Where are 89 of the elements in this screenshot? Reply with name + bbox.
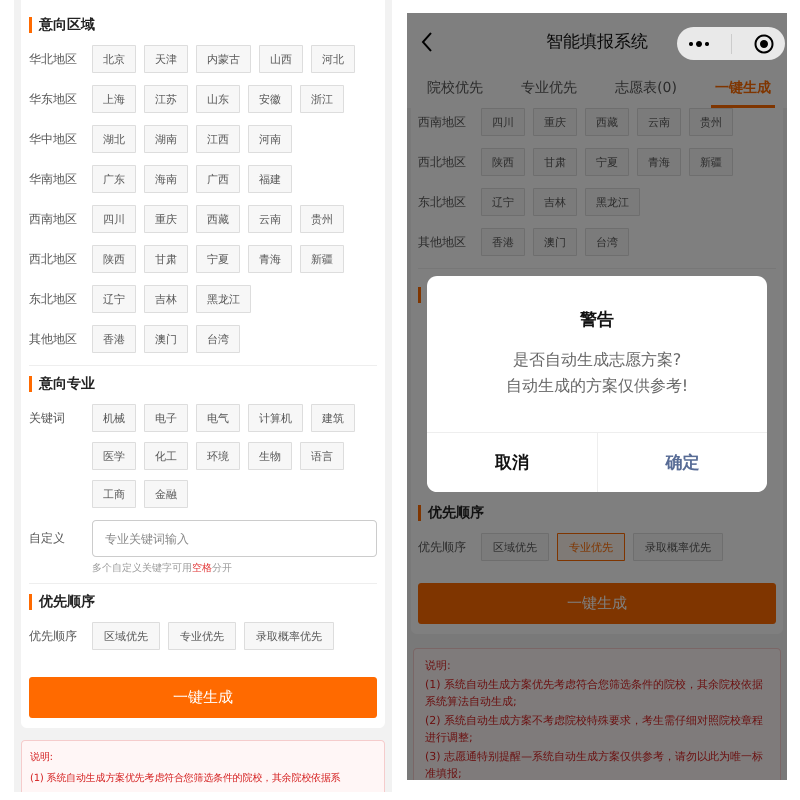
keyword-tag[interactable]: 化工 bbox=[144, 442, 188, 470]
region-tag[interactable]: 吉林 bbox=[144, 285, 188, 313]
notes-title: 说明: bbox=[425, 658, 452, 674]
notes-title: 说明: bbox=[30, 751, 54, 765]
keyword-tag[interactable]: 机械 bbox=[92, 404, 136, 432]
region-tag[interactable]: 辽宁 bbox=[92, 285, 136, 313]
heading-marker bbox=[418, 287, 421, 303]
keyword-tag[interactable]: 电气 bbox=[196, 404, 240, 432]
note-text: (1) 系统自动生成方案优先考虑符合您筛选条件的院校，其余院校依据系统算法自动生成; bbox=[425, 677, 764, 710]
region-tag[interactable]: 黑龙江 bbox=[196, 285, 251, 313]
region-label: 西北地区 bbox=[29, 250, 78, 268]
region-tag[interactable]: 福建 bbox=[248, 165, 292, 193]
region-tag[interactable]: 北京 bbox=[92, 45, 136, 73]
region-tag[interactable]: 甘肃 bbox=[144, 245, 188, 273]
region-label: 西南地区 bbox=[418, 114, 467, 130]
region-tag[interactable]: 西藏 bbox=[196, 205, 240, 233]
region-tag[interactable]: 河北 bbox=[311, 45, 355, 73]
back-icon[interactable] bbox=[421, 32, 433, 52]
region-tag[interactable]: 香港 bbox=[92, 325, 136, 353]
note-text: (3) 志愿通特别提醒—系统自动生成方案仅供参考，请勿以此为唯一标准填报; bbox=[425, 749, 764, 780]
region-tag[interactable]: 云南 bbox=[248, 205, 292, 233]
region-tag[interactable]: 宁夏 bbox=[196, 245, 240, 273]
region-tag[interactable]: 新疆 bbox=[300, 245, 344, 273]
region-tag[interactable]: 海南 bbox=[144, 165, 188, 193]
section-heading: 意向区域 bbox=[29, 17, 377, 33]
region-tag[interactable]: 江西 bbox=[196, 125, 240, 153]
region-label: 华中地区 bbox=[29, 130, 78, 148]
keyword-tag[interactable]: 计算机 bbox=[248, 404, 303, 432]
region-label: 东北地区 bbox=[418, 194, 467, 210]
region-tag[interactable]: 湖北 bbox=[92, 125, 136, 153]
keyword-input[interactable]: 专业关键词输入 bbox=[92, 520, 377, 557]
dialog-title: 警告 bbox=[578, 309, 615, 331]
dialog-message: 是否自动生成志愿方案? bbox=[512, 349, 682, 371]
tab[interactable]: 志愿表(0) bbox=[611, 70, 681, 108]
region-tag[interactable]: 天津 bbox=[144, 45, 188, 73]
keyword-tag[interactable]: 语言 bbox=[300, 442, 344, 470]
region-tag[interactable]: 澳门 bbox=[144, 325, 188, 353]
keyword-tag[interactable]: 工商 bbox=[92, 480, 136, 508]
region-label: 西南地区 bbox=[29, 210, 78, 228]
keyword-tag[interactable]: 生物 bbox=[248, 442, 292, 470]
region-tag[interactable]: 贵州 bbox=[300, 205, 344, 233]
section-heading: 优先顺序 bbox=[29, 594, 377, 610]
cancel-button[interactable]: 取消 bbox=[427, 433, 598, 492]
region-label: 华东地区 bbox=[29, 90, 78, 108]
page-title: 智能填报系统 bbox=[546, 31, 648, 53]
field-label: 优先顺序 bbox=[29, 628, 78, 644]
field-label: 优先顺序 bbox=[418, 538, 467, 556]
priority-option[interactable]: 区域优先 bbox=[92, 622, 160, 650]
region-tag[interactable]: 陕西 bbox=[92, 245, 136, 273]
region-label: 东北地区 bbox=[29, 290, 78, 308]
section-heading: 意向专业 bbox=[29, 376, 377, 392]
region-tag[interactable]: 河南 bbox=[248, 125, 292, 153]
region-tag[interactable]: 台湾 bbox=[196, 325, 240, 353]
keyword-tag[interactable]: 环境 bbox=[196, 442, 240, 470]
region-tag[interactable]: 四川 bbox=[92, 205, 136, 233]
note-text: (1) 系统自动生成方案优先考虑符合您筛选条件的院校，其余院校依据系 bbox=[30, 772, 342, 786]
keyword-tag[interactable]: 医学 bbox=[92, 442, 136, 470]
region-tag[interactable]: 内蒙古 bbox=[196, 45, 251, 73]
region-label: 西北地区 bbox=[418, 154, 467, 170]
region-tag[interactable]: 山西 bbox=[259, 45, 303, 73]
keyword-tag[interactable]: 金融 bbox=[144, 480, 188, 508]
region-label: 其他地区 bbox=[418, 234, 467, 250]
keyword-tag[interactable]: 电子 bbox=[144, 404, 188, 432]
note-text: (2) 系统自动生成方案不考虑院校特殊要求，考生需仔细对照院校章程进行调整; bbox=[425, 713, 764, 746]
region-label: 华北地区 bbox=[29, 50, 78, 68]
tab[interactable]: 院校优先 bbox=[423, 70, 487, 108]
section-heading: 优先顺序 bbox=[418, 505, 776, 521]
region-tag[interactable]: 广西 bbox=[196, 165, 240, 193]
field-label: 自定义 bbox=[29, 530, 66, 547]
region-tag[interactable]: 青海 bbox=[248, 245, 292, 273]
target-icon[interactable] bbox=[754, 34, 774, 54]
tab[interactable]: 专业优先 bbox=[517, 70, 582, 108]
region-label: 其他地区 bbox=[29, 330, 78, 348]
hint-text: 多个自定义关键字可用空格分开 bbox=[92, 562, 233, 575]
region-tag[interactable]: 山东 bbox=[196, 85, 240, 113]
region-tag[interactable]: 浙江 bbox=[300, 85, 344, 113]
region-tag[interactable]: 安徽 bbox=[248, 85, 292, 113]
dialog-message: 自动生成的方案仅供参考! bbox=[504, 375, 690, 397]
region-tag[interactable]: 广东 bbox=[92, 165, 136, 193]
field-label: 关键词 bbox=[29, 410, 66, 427]
more-icon[interactable] bbox=[688, 40, 710, 46]
region-tag[interactable]: 上海 bbox=[92, 85, 136, 113]
keyword-tag[interactable]: 建筑 bbox=[311, 404, 355, 432]
region-tag[interactable]: 湖南 bbox=[144, 125, 188, 153]
priority-option[interactable]: 专业优先 bbox=[168, 622, 236, 650]
region-tag[interactable]: 重庆 bbox=[144, 205, 188, 233]
priority-option[interactable]: 录取概率优先 bbox=[244, 622, 334, 650]
region-label: 华南地区 bbox=[29, 170, 78, 188]
region-tag[interactable]: 江苏 bbox=[144, 85, 188, 113]
